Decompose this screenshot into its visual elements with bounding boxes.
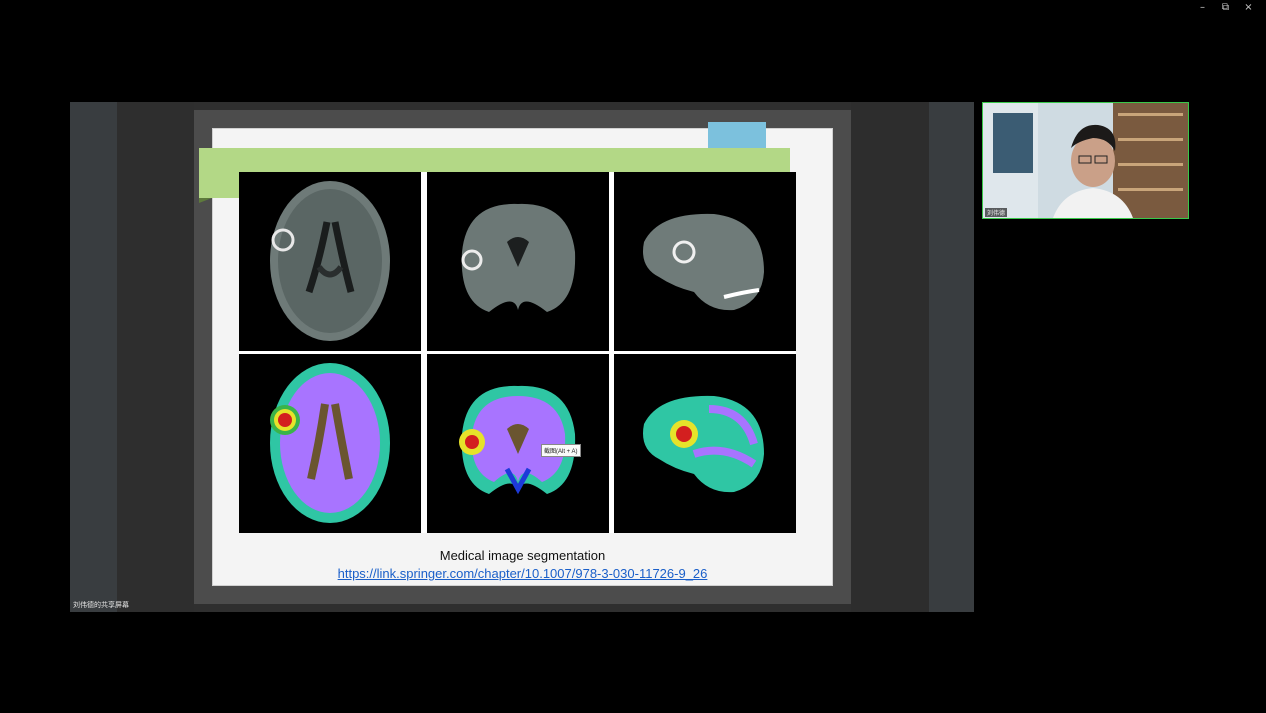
mri-coronal-image [427, 172, 609, 351]
share-screen-label: 刘伟德的共享屏幕 [73, 602, 129, 609]
camera-video-tile[interactable]: 刘伟德 [982, 102, 1189, 219]
camera-name-label: 刘伟德 [985, 208, 1008, 217]
mri-image-grid [239, 172, 796, 533]
shared-screen: Medical image segmentation https://link.… [70, 102, 974, 612]
mri-sagittal-image [614, 172, 796, 351]
reference-link[interactable]: https://link.springer.com/chapter/10.100… [212, 566, 833, 581]
segmentation-coronal-image [427, 354, 609, 533]
segmentation-axial-image [239, 354, 421, 533]
shared-screen-left-border [70, 102, 117, 612]
shared-screen-left-margin [117, 102, 194, 612]
mri-axial-image [239, 172, 421, 351]
segmentation-sagittal-image [614, 354, 796, 533]
shared-screen-right-border [929, 102, 974, 612]
minimize-icon[interactable]: – [1191, 2, 1214, 14]
window-controls: – ⧉ × [1191, 2, 1260, 14]
shared-screen-right-margin [851, 102, 929, 612]
presentation-slide: Medical image segmentation https://link.… [199, 122, 833, 586]
slide-caption: Medical image segmentation [439, 548, 606, 563]
restore-icon[interactable]: ⧉ [1214, 2, 1237, 14]
close-icon[interactable]: × [1237, 2, 1260, 14]
screenshot-tooltip: 截图(Alt + A) [541, 444, 581, 457]
slide-frame: Medical image segmentation https://link.… [194, 110, 851, 604]
slide-blue-tab [708, 122, 766, 148]
slide-title-bar-fold [199, 198, 212, 203]
